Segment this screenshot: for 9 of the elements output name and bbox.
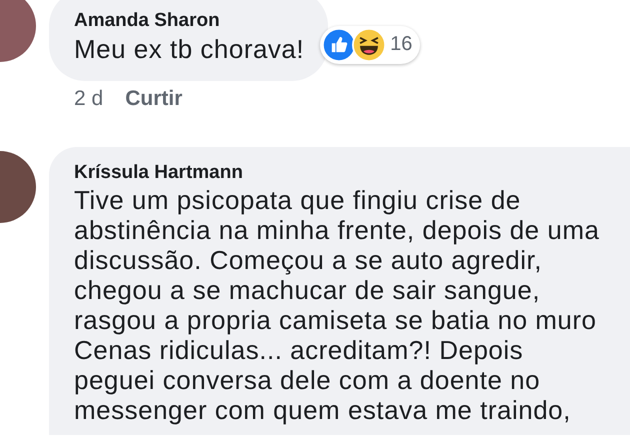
comment-text: Tive um psicopata que fingiu crise de abstinência na minha frente, depois de uma discussão. Começou a se auto agredir, chegou a se machucar de sair sangue, rasgou a propria camiseta se batia no muro Cenas ridiculas... acreditam?! Depois peguei conversa dele com a doente no messenger com quem estava me traindo, xyxy=(74,185,600,425)
laughing-emoji-icon xyxy=(352,28,386,62)
comment-text: Meu ex tb chorava! xyxy=(74,33,304,65)
reaction-counter[interactable]: 16 xyxy=(320,26,420,64)
timestamp[interactable]: 2 d xyxy=(74,87,104,111)
like-link[interactable]: Curtir xyxy=(125,87,182,111)
reaction-count: 16 xyxy=(390,33,412,56)
author-name[interactable]: Amanda Sharon xyxy=(74,9,304,33)
author-name[interactable]: Kríssula Hartmann xyxy=(74,161,630,185)
